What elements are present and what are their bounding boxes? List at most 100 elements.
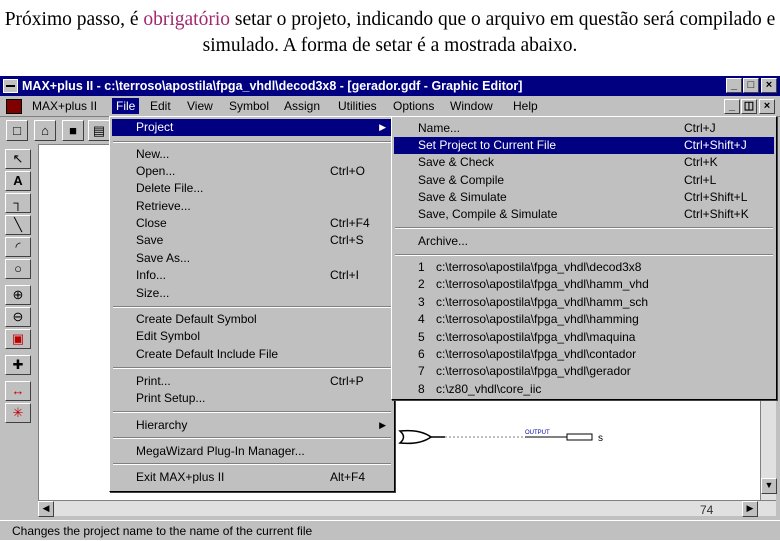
menu-window[interactable]: Window [450, 99, 493, 113]
recent-project-8[interactable]: 8 c:\z80_vhdl\core_iic [394, 381, 774, 398]
recent-project-1[interactable]: 1 c:\terroso\apostila\fpga_vhdl\decod3x8 [394, 259, 774, 276]
menu-utilities[interactable]: Utilities [338, 99, 377, 113]
menu-item-create-default-include[interactable]: Create Default Include File [112, 346, 392, 363]
menu-symbol[interactable]: Symbol [229, 99, 269, 113]
menu-item-close[interactable]: Close Ctrl+F4 [112, 215, 392, 232]
recent-project-7[interactable]: 7 c:\terroso\apostila\fpga_vhdl\gerador [394, 363, 774, 380]
menu-item-shortcut: c:\terroso\apostila\fpga_vhdl\hamm_vhd [436, 277, 649, 291]
menu-item-new[interactable]: New... [112, 146, 392, 163]
menu-maxplus[interactable]: MAX+plus II [32, 99, 97, 113]
menu-separator [113, 367, 391, 369]
menu-assign[interactable]: Assign [284, 99, 320, 113]
selection-tool-icon[interactable]: ↖ [5, 149, 31, 169]
menu-item-save[interactable]: Save Ctrl+S [112, 232, 392, 249]
menu-item-label: Save [136, 233, 164, 247]
menu-item-label: Info... [136, 268, 167, 282]
scroll-down-icon[interactable]: ▼ [761, 478, 777, 494]
document-icon[interactable] [6, 99, 22, 114]
menu-item-shortcut: Ctrl+P [330, 374, 364, 388]
minimize-button[interactable]: _ [726, 78, 742, 93]
menu-file[interactable]: File [112, 98, 140, 114]
menu-item-delete-file[interactable]: Delete File... [112, 180, 392, 197]
system-menu-icon[interactable] [3, 79, 18, 93]
menu-item-shortcut: Ctrl+L [684, 173, 717, 187]
doc-close-button[interactable]: × [759, 99, 775, 114]
menu-item-print[interactable]: Print... Ctrl+P [112, 373, 392, 390]
menu-help[interactable]: Help [513, 99, 538, 113]
menu-item-create-default-symbol[interactable]: Create Default Symbol [112, 311, 392, 328]
menu-item-edit-symbol[interactable]: Edit Symbol [112, 328, 392, 345]
orthogonal-line-tool-icon[interactable]: ┐ [5, 193, 31, 213]
menu-item-label: Create Default Symbol [136, 312, 257, 326]
close-button[interactable]: × [761, 78, 777, 93]
zoom-in-icon[interactable]: ⊕ [5, 285, 31, 305]
scroll-right-icon[interactable]: ▶ [742, 501, 758, 517]
menu-item-megawizard[interactable]: MegaWizard Plug-In Manager... [112, 443, 392, 460]
doc-restore-button[interactable]: ◫ [741, 99, 757, 114]
caption-text-2: setar o projeto, indicando que o arquivo… [202, 9, 776, 56]
menu-item-set-project[interactable]: Set Project to Current File Ctrl+Shift+J [394, 137, 774, 154]
menu-item-label: Size... [136, 286, 170, 300]
menu-item-label: 4 [418, 312, 425, 326]
submenu-arrow-icon: ▶ [379, 420, 386, 430]
menu-item-archive[interactable]: Archive... [394, 233, 774, 250]
menu-item-label: Project [136, 120, 174, 134]
fit-page-icon[interactable]: ▣ [5, 329, 31, 349]
caption-highlight: obrigatório [143, 9, 231, 30]
save-icon[interactable]: ■ [62, 120, 84, 141]
menu-item-shortcut: Ctrl+Shift+J [684, 138, 747, 152]
menu-item-save-check[interactable]: Save & Check Ctrl+K [394, 154, 774, 171]
menu-item-label: Save & Compile [418, 173, 505, 187]
menu-separator [113, 141, 391, 143]
menu-item-retrieve[interactable]: Retrieve... [112, 198, 392, 215]
menu-item-label: Delete File... [136, 181, 204, 195]
open-folder-icon[interactable]: ⌂ [34, 120, 56, 141]
menu-item-print-setup[interactable]: Print Setup... [112, 390, 392, 407]
new-file-icon[interactable]: □ [6, 120, 28, 141]
menu-item-info[interactable]: Info... Ctrl+I [112, 267, 392, 284]
text-tool-icon[interactable]: A [5, 171, 31, 191]
menu-item-shortcut: c:\terroso\apostila\fpga_vhdl\contador [436, 347, 637, 361]
menu-item-save-simulate[interactable]: Save & Simulate Ctrl+Shift+L [394, 189, 774, 206]
menu-item-label: Save As... [136, 251, 191, 265]
scroll-left-icon[interactable]: ◀ [38, 501, 54, 517]
connect-nodes-icon[interactable]: ✳ [5, 403, 31, 423]
menu-item-save-as[interactable]: Save As... [112, 250, 392, 267]
menu-item-hierarchy[interactable]: Hierarchy ▶ [112, 417, 392, 434]
arc-tool-icon[interactable]: ◜ [5, 237, 31, 257]
diagonal-line-tool-icon[interactable]: ╲ [5, 215, 31, 235]
menu-item-name[interactable]: Name... Ctrl+J [394, 120, 774, 137]
recent-project-2[interactable]: 2 c:\terroso\apostila\fpga_vhdl\hamm_vhd [394, 276, 774, 293]
menu-item-shortcut: c:\terroso\apostila\fpga_vhdl\hamming [436, 312, 639, 326]
menu-item-label: Print... [136, 374, 171, 388]
recent-project-5[interactable]: 5 c:\terroso\apostila\fpga_vhdl\maquina [394, 329, 774, 346]
menu-item-shortcut: c:\z80_vhdl\core_iic [436, 382, 542, 396]
recent-project-6[interactable]: 6 c:\terroso\apostila\fpga_vhdl\contador [394, 346, 774, 363]
menu-item-label: Open... [136, 164, 176, 178]
menu-item-open[interactable]: Open... Ctrl+O [112, 163, 392, 180]
menu-view[interactable]: View [187, 99, 213, 113]
print-icon[interactable]: ▤ [88, 120, 110, 141]
maximize-button[interactable]: □ [743, 78, 759, 93]
menu-item-save-compile-simulate[interactable]: Save, Compile & Simulate Ctrl+Shift+K [394, 206, 774, 223]
menu-item-size[interactable]: Size... [112, 285, 392, 302]
menu-item-label: 1 [418, 260, 425, 274]
menu-item-save-compile[interactable]: Save & Compile Ctrl+L [394, 172, 774, 189]
rubberband-icon[interactable]: ↔ [5, 381, 31, 401]
zoom-out-icon[interactable]: ⊖ [5, 307, 31, 327]
menu-item-label: 3 [418, 295, 425, 309]
recent-project-4[interactable]: 4 c:\terroso\apostila\fpga_vhdl\hamming [394, 311, 774, 328]
snap-grid-icon[interactable]: ✚ [5, 355, 31, 375]
menu-item-project[interactable]: Project ▶ [112, 119, 392, 136]
status-bar: Changes the project name to the name of … [0, 520, 780, 540]
menu-options[interactable]: Options [393, 99, 434, 113]
project-submenu: Name... Ctrl+J Set Project to Current Fil… [391, 116, 777, 400]
horizontal-scrollbar[interactable]: ◀ ▶ [38, 500, 776, 517]
recent-project-3[interactable]: 3 c:\terroso\apostila\fpga_vhdl\hamm_sch [394, 294, 774, 311]
menu-edit[interactable]: Edit [150, 99, 171, 113]
menu-item-shortcut: Ctrl+Shift+L [684, 190, 748, 204]
circle-tool-icon[interactable]: ○ [5, 259, 31, 279]
doc-minimize-button[interactable]: _ [724, 99, 740, 114]
menu-item-exit[interactable]: Exit MAX+plus II Alt+F4 [112, 469, 392, 486]
menu-item-label: 6 [418, 347, 425, 361]
